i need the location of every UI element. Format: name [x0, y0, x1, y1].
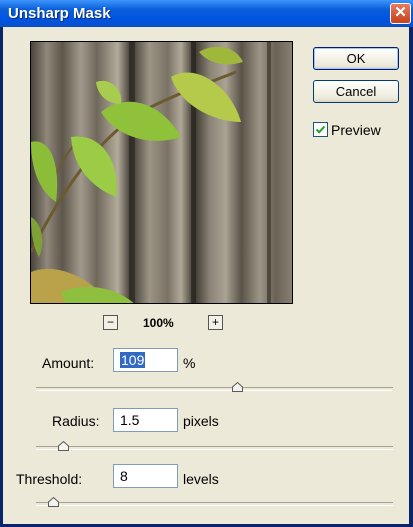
- threshold-unit: levels: [183, 471, 219, 487]
- threshold-label: Threshold:: [16, 471, 83, 487]
- threshold-slider-track[interactable]: [36, 502, 393, 506]
- title-bar[interactable]: Unsharp Mask ✕: [0, 0, 413, 27]
- zoom-level: 100%: [143, 316, 174, 330]
- preview-image[interactable]: [30, 41, 293, 304]
- preview-photo: [31, 42, 292, 303]
- minus-icon: −: [106, 315, 114, 329]
- amount-unit: %: [183, 355, 196, 371]
- amount-label: Amount:: [42, 355, 95, 371]
- amount-value: 109: [120, 352, 146, 368]
- close-icon: ✕: [394, 4, 407, 21]
- zoom-controls: − 100% +: [103, 315, 233, 333]
- checkbox-box[interactable]: [313, 122, 328, 137]
- amount-field[interactable]: 109: [113, 348, 178, 372]
- threshold-slider-thumb[interactable]: [48, 497, 59, 507]
- threshold-field[interactable]: 8: [113, 464, 178, 488]
- dialog-body: OK Cancel Preview − 100% + Amount: 109 %…: [3, 27, 409, 524]
- amount-slider-track[interactable]: [36, 387, 393, 391]
- preview-label: Preview: [331, 122, 381, 138]
- close-button[interactable]: ✕: [390, 3, 411, 24]
- ok-button[interactable]: OK: [313, 47, 399, 70]
- checkmark-icon: [315, 125, 326, 134]
- preview-checkbox[interactable]: Preview: [313, 122, 381, 138]
- radius-unit: pixels: [183, 413, 219, 429]
- zoom-out-button[interactable]: −: [103, 315, 118, 330]
- cancel-button[interactable]: Cancel: [313, 80, 399, 103]
- dialog-title: Unsharp Mask: [8, 5, 111, 22]
- radius-slider-track[interactable]: [36, 446, 393, 450]
- zoom-in-button[interactable]: +: [208, 315, 223, 330]
- radius-slider-thumb[interactable]: [58, 441, 69, 451]
- amount-slider-thumb[interactable]: [232, 382, 243, 392]
- plus-icon: +: [211, 315, 219, 329]
- dialog-window: Unsharp Mask ✕ OK Cancel Preview − 100% …: [0, 0, 413, 527]
- radius-field[interactable]: 1.5: [113, 408, 178, 432]
- threshold-value: 8: [120, 468, 128, 484]
- radius-value: 1.5: [120, 412, 140, 428]
- radius-label: Radius:: [52, 413, 100, 429]
